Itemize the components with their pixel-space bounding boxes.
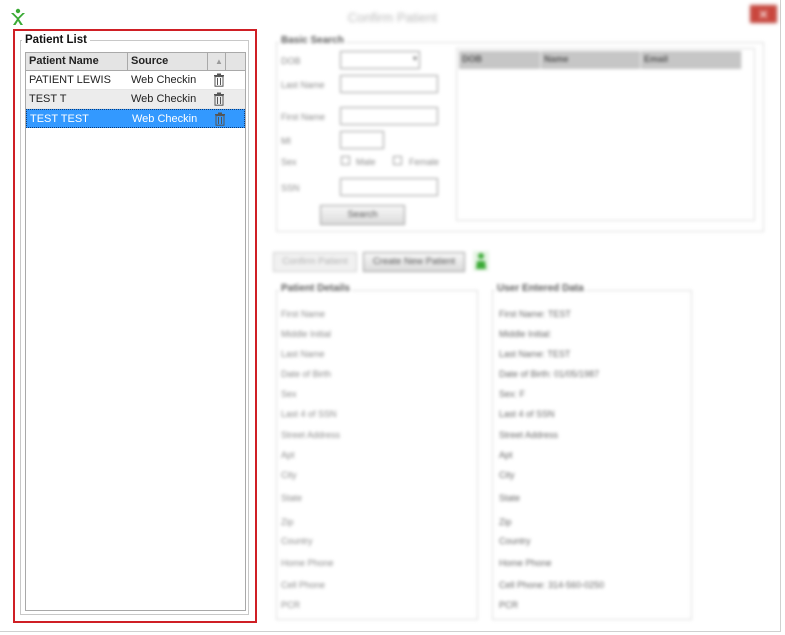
user-entered-field: Street Address — [499, 430, 559, 440]
patient-detail-field: Middle Initial — [281, 329, 332, 339]
patient-detail-field: Sex — [281, 389, 297, 399]
window-title: Confirm Patient — [347, 10, 438, 25]
patient-detail-field: Home Phone — [281, 558, 334, 568]
sex-label: Sex — [281, 157, 297, 167]
trash-icon[interactable] — [208, 71, 226, 89]
last-name-input[interactable] — [340, 75, 438, 93]
patient-detail-field: Date of Birth — [281, 369, 332, 379]
col-patient-name[interactable]: Patient Name — [26, 53, 128, 70]
male-checkbox[interactable] — [341, 156, 350, 165]
user-entered-field: Last Name: TEST — [499, 349, 571, 359]
patient-list-title: Patient List — [22, 34, 90, 46]
user-entered-field: State — [499, 493, 521, 503]
confirm-patient-button[interactable]: Confirm Patient — [273, 252, 357, 272]
trash-icon[interactable] — [208, 90, 226, 108]
chevron-down-icon[interactable]: ▾ — [413, 54, 417, 63]
mi-label: MI — [281, 136, 291, 146]
ssn-label: SSN — [281, 183, 300, 193]
user-entered-field: Sex: F — [499, 389, 526, 399]
confirm-patient-window: Confirm Patient ✕ Basic Search DOB ▾ Las… — [0, 0, 781, 632]
patient-detail-field: Country — [281, 536, 313, 546]
patient-name-cell: PATIENT LEWIS — [29, 74, 111, 86]
search-results-grid — [456, 48, 755, 221]
mi-input[interactable] — [340, 131, 384, 149]
user-entered-field: First Name: TEST — [499, 309, 571, 319]
patient-details-title: Patient Details — [279, 283, 352, 294]
table-row[interactable]: TEST T Web Checkin — [26, 90, 245, 109]
user-entered-field: Zip — [499, 517, 512, 527]
patient-name-cell: TEST T — [29, 93, 67, 105]
patient-detail-field: City — [281, 470, 297, 480]
patient-details-group — [276, 290, 478, 620]
trash-icon[interactable] — [209, 110, 227, 127]
user-entered-field: Home Phone — [499, 558, 552, 568]
male-label: Male — [356, 157, 376, 167]
user-entered-group — [492, 290, 692, 620]
user-entered-field: Cell Phone: 314-560-0250 — [499, 580, 605, 590]
source-cell: Web Checkin — [131, 74, 197, 86]
ssn-input[interactable] — [340, 178, 438, 196]
first-name-input[interactable] — [340, 107, 438, 125]
results-col-dob[interactable]: DOB — [459, 51, 541, 69]
female-checkbox[interactable] — [393, 156, 402, 165]
search-button[interactable]: Search — [320, 205, 405, 225]
col-actions[interactable]: ▲ — [208, 53, 226, 70]
user-entered-field: Country — [499, 536, 531, 546]
user-entered-field: Last 4 of SSN — [499, 409, 555, 419]
user-entered-title: User Entered Data — [495, 283, 586, 294]
user-entered-field: Middle Initial: — [499, 329, 552, 339]
source-cell: Web Checkin — [132, 113, 198, 125]
patient-detail-field: State — [281, 493, 303, 503]
patient-detail-field: First Name — [281, 309, 326, 319]
patient-name-cell: TEST TEST — [30, 113, 89, 125]
sort-arrow-icon: ▲ — [215, 57, 223, 66]
patient-detail-field: Last Name — [281, 349, 325, 359]
user-entered-field: PCR — [499, 600, 519, 610]
patient-list-grid[interactable]: Patient Name Source ▲ PATIENT LEWIS Web C… — [25, 52, 246, 611]
patient-list-rows: PATIENT LEWIS Web Checkin TEST T Web Checki… — [26, 71, 245, 128]
green-person-icon — [473, 251, 489, 271]
close-button[interactable]: ✕ — [750, 5, 777, 23]
patient-detail-field: Last 4 of SSN — [281, 409, 337, 419]
user-entered-field: Apt — [499, 450, 513, 460]
patient-list-header: Patient Name Source ▲ — [26, 53, 245, 71]
create-new-patient-button[interactable]: Create New Patient — [363, 252, 465, 272]
user-entered-field: Date of Birth: 01/05/1987 — [499, 369, 600, 379]
table-row[interactable]: TEST TEST Web Checkin — [26, 109, 245, 128]
dob-label: DOB — [281, 56, 301, 66]
search-results-header: DOB Name Email — [459, 51, 742, 69]
user-entered-field: City — [499, 470, 515, 480]
table-row[interactable]: PATIENT LEWIS Web Checkin — [26, 71, 245, 90]
dob-input[interactable]: ▾ — [340, 51, 420, 69]
female-label: Female — [409, 157, 440, 167]
results-col-name[interactable]: Name — [541, 51, 641, 69]
patient-detail-field: Apt — [281, 450, 295, 460]
patient-detail-field: PCR — [281, 600, 301, 610]
first-name-label: First Name — [281, 112, 326, 122]
results-col-email[interactable]: Email — [641, 51, 742, 69]
patient-detail-field: Cell Phone — [281, 580, 326, 590]
source-cell: Web Checkin — [131, 93, 197, 105]
patient-detail-field: Street Address — [281, 430, 341, 440]
col-source[interactable]: Source — [128, 53, 208, 70]
last-name-label: Last Name — [281, 80, 325, 90]
basic-search-title: Basic Search — [279, 35, 346, 46]
patient-detail-field: Zip — [281, 517, 294, 527]
